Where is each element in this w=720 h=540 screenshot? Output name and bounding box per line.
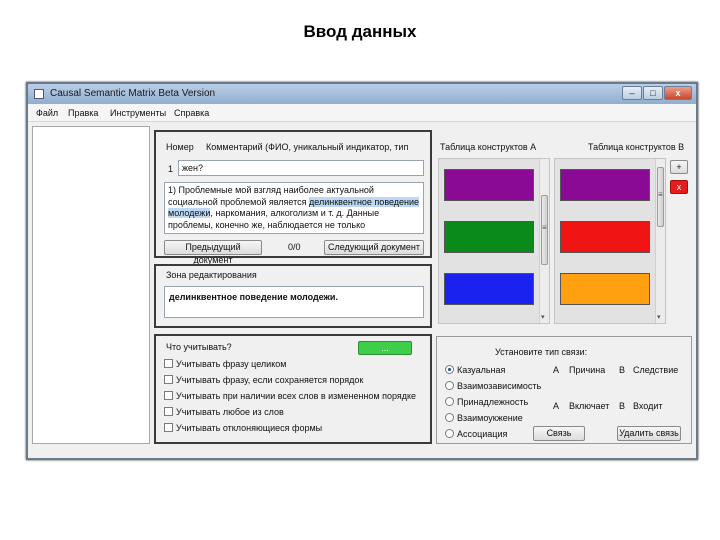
apply-options-button[interactable]: ... — [358, 341, 412, 355]
radio-causal[interactable] — [445, 365, 454, 374]
number-column-header: Номер — [166, 142, 194, 152]
table-a-scrollbar[interactable]: ≡ ▾ — [539, 159, 549, 323]
edit-zone-group: Зона редактирования делинквентное поведе… — [154, 264, 432, 328]
table-b-scroll-thumb[interactable]: ≡ — [657, 167, 664, 227]
table-b-scrollbar[interactable]: ≡ ▾ — [655, 159, 665, 323]
menu-bar: Файл Правка Инструменты Справка — [28, 104, 696, 122]
relation-cause-label: Причина — [569, 365, 606, 375]
link-button[interactable]: Связь — [533, 426, 585, 441]
table-b-scroll-grip: ≡ — [658, 190, 663, 199]
table-b-label: Таблица конструктов В — [588, 142, 685, 152]
menu-tools[interactable]: Инструменты — [110, 108, 166, 118]
relation-type-causal: Казуальная — [457, 365, 506, 375]
delete-link-button[interactable]: Удалить связь — [617, 426, 681, 441]
document-list-panel[interactable] — [32, 126, 150, 444]
relation-type-association: Ассоциация — [457, 429, 508, 439]
option-label-all-words: Учитывать при наличии всех слов в измене… — [176, 391, 417, 401]
constructor-b-1[interactable] — [560, 169, 650, 201]
checkbox-any-word[interactable] — [164, 407, 173, 416]
document-entry-group: Номер Комментарий (ФИО, уникальный индик… — [154, 130, 432, 265]
remove-constructor-button[interactable]: x — [670, 180, 688, 194]
constructor-a-2[interactable] — [444, 221, 534, 253]
comment-input[interactable]: жен? — [178, 160, 424, 176]
title-bar[interactable]: Causal Semantic Matrix Beta Version – □ … — [28, 84, 696, 104]
constructor-table-a[interactable]: ≡ ▾ — [438, 158, 550, 324]
relation-type-interdependence: Взаимозависимость — [457, 381, 542, 391]
option-label-any-word: Учитывать любое из слов — [176, 407, 284, 417]
radio-belonging[interactable] — [445, 397, 454, 406]
comment-column-header: Комментарий (ФИО, уникальный индикатор, … — [206, 142, 409, 152]
relation-a-label-2: А — [553, 401, 560, 411]
relation-type-belonging: Принадлежность — [457, 397, 529, 407]
option-label-whole-phrase: Учитывать фразу целиком — [176, 359, 287, 369]
checkbox-whole-phrase[interactable] — [164, 359, 173, 368]
relation-b-label-2: В — [619, 401, 626, 411]
row-number: 1 — [168, 164, 174, 174]
option-label-deviant-forms: Учитывать отклоняющиеся формы — [176, 423, 323, 433]
option-label-keep-order: Учитывать фразу, если сохраняется порядо… — [176, 375, 364, 385]
table-a-scroll-grip: ≡ — [542, 223, 547, 232]
constructor-a-3[interactable] — [444, 273, 534, 305]
comment-value: жен? — [182, 163, 204, 173]
relation-type-mutual: Взаимоукжение — [457, 413, 523, 423]
next-document-button[interactable]: Следующий документ — [324, 240, 424, 255]
table-a-label: Таблица конструктов А — [440, 142, 537, 152]
relation-b-label: В — [619, 365, 626, 375]
table-a-scroll-down[interactable]: ▾ — [541, 313, 545, 321]
document-text: 1) Проблемные мой взгляд наиболее актуал… — [168, 185, 420, 230]
options-header: Что учитывать? — [166, 342, 232, 352]
checkbox-all-words[interactable] — [164, 391, 173, 400]
checkbox-keep-order[interactable] — [164, 375, 173, 384]
constructor-table-b[interactable]: ≡ ▾ — [554, 158, 666, 324]
constructor-b-3[interactable] — [560, 273, 650, 305]
close-button[interactable]: x — [664, 86, 692, 100]
radio-association[interactable] — [445, 429, 454, 438]
constructor-a-1[interactable] — [444, 169, 534, 201]
menu-help[interactable]: Справка — [174, 108, 209, 118]
relation-a-label: А — [553, 365, 560, 375]
radio-interdependence[interactable] — [445, 381, 454, 390]
app-window: Causal Semantic Matrix Beta Version – □ … — [26, 82, 698, 460]
add-constructor-button[interactable]: + — [670, 160, 688, 174]
table-b-scroll-down[interactable]: ▾ — [657, 313, 661, 321]
relation-includes-label: Включает — [569, 401, 610, 411]
edit-zone-input[interactable]: делинквентное поведение молодежи. — [164, 286, 424, 318]
maximize-button[interactable]: □ — [643, 86, 663, 100]
table-a-scroll-thumb[interactable]: ≡ — [541, 195, 548, 265]
relation-effect-label: Следствие — [633, 365, 679, 375]
document-counter: 0/0 — [288, 242, 301, 252]
relation-type-group: Установите тип связи: Казуальная Взаимоз… — [436, 336, 692, 444]
menu-edit[interactable]: Правка — [68, 108, 98, 118]
menu-file[interactable]: Файл — [36, 108, 58, 118]
minimize-button[interactable]: – — [622, 86, 642, 100]
relation-part-of-label: Входит — [633, 401, 663, 411]
window-title: Causal Semantic Matrix Beta Version — [50, 88, 216, 99]
options-group: Что учитывать? ... Учитывать фразу целик… — [154, 334, 432, 444]
constructor-b-2[interactable] — [560, 221, 650, 253]
app-icon — [34, 89, 44, 99]
edit-zone-value: делинквентное поведение молодежи. — [169, 292, 338, 302]
radio-mutual[interactable] — [445, 413, 454, 422]
checkbox-deviant-forms[interactable] — [164, 423, 173, 432]
edit-zone-label: Зона редактирования — [166, 270, 257, 280]
document-text-area[interactable]: 1) Проблемные мой взгляд наиболее актуал… — [164, 182, 424, 234]
slide-title: Ввод данных — [303, 22, 417, 41]
relation-header: Установите тип связи: — [495, 347, 588, 357]
previous-document-button[interactable]: Предыдущий документ — [164, 240, 262, 265]
